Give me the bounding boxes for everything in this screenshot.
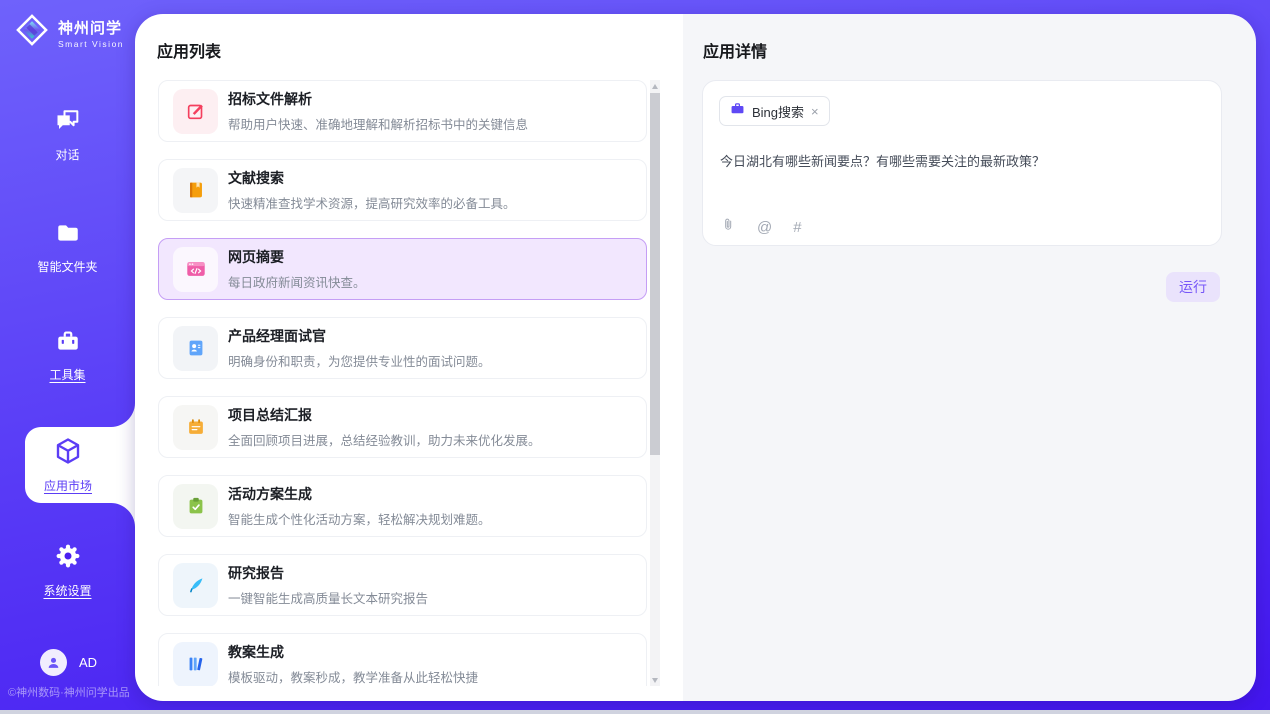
user-account[interactable]: AD: [40, 649, 97, 676]
app-name: 教案生成: [228, 642, 478, 662]
app-desc: 明确身份和职责，为您提供专业性的面试问题。: [228, 351, 491, 370]
app-card-lesson-plan-generation[interactable]: 教案生成 模板驱动，教案秒成，教学准备从此轻松快捷: [158, 633, 647, 686]
app-detail-title: 应用详情: [703, 38, 767, 62]
app-desc: 模板驱动，教案秒成，教学准备从此轻松快捷: [228, 667, 478, 686]
app-desc: 帮助用户快速、准确地理解和解析招标书中的关键信息: [228, 114, 528, 133]
sidebar-item-label: 工具集: [49, 366, 85, 383]
close-icon[interactable]: ×: [811, 105, 819, 118]
sidebar-item-label: 应用市场: [44, 477, 92, 494]
app-desc: 全面回顾项目进展，总结经验教训，助力未来优化发展。: [228, 430, 541, 449]
sidebar-item-toolset[interactable]: 工具集: [0, 328, 135, 383]
report-calendar-icon: [173, 405, 218, 450]
scrollbar-thumb[interactable]: [650, 93, 660, 455]
tool-tag-bing-search[interactable]: Bing搜索 ×: [719, 96, 830, 126]
attachment-icon[interactable]: [721, 216, 736, 238]
browser-code-icon: [173, 247, 218, 292]
app-card-research-report[interactable]: 研究报告 一键智能生成高质量长文本研究报告: [158, 554, 647, 616]
app-name: 活动方案生成: [228, 484, 491, 504]
copyright-text: ©神州数码·神州问学出品: [8, 684, 130, 700]
app-card-literature-search[interactable]: 文献搜索 快速精准查找学术资源，提高研究效率的必备工具。: [158, 159, 647, 221]
app-card-bid-document-parsing[interactable]: 招标文件解析 帮助用户快速、准确地理解和解析招标书中的关键信息: [158, 80, 647, 142]
cube-icon: [53, 436, 83, 471]
sidebar-item-smart-folder[interactable]: 智能文件夹: [0, 220, 135, 275]
sidebar: 神州问学 Smart Vision 对话 智能文件夹: [0, 0, 135, 710]
sidebar-item-label: 智能文件夹: [37, 258, 97, 275]
scroll-down-icon[interactable]: [650, 674, 660, 686]
research-icon: [173, 563, 218, 608]
brand-subtitle: Smart Vision: [58, 39, 124, 49]
app-name: 项目总结汇报: [228, 405, 541, 425]
run-button[interactable]: 运行: [1166, 272, 1220, 302]
app-name: 招标文件解析: [228, 89, 528, 109]
app-card-pm-interviewer[interactable]: 产品经理面试官 明确身份和职责，为您提供专业性的面试问题。: [158, 317, 647, 379]
app-desc: 一键智能生成高质量长文本研究报告: [228, 588, 428, 607]
app-desc: 每日政府新闻资讯快查。: [228, 272, 366, 291]
avatar: [40, 649, 67, 676]
app-list: 招标文件解析 帮助用户快速、准确地理解和解析招标书中的关键信息 文献搜索 快速精…: [158, 80, 647, 686]
scroll-up-icon[interactable]: [650, 80, 660, 92]
sidebar-item-label: 对话: [55, 146, 79, 163]
user-initials: AD: [79, 655, 97, 670]
tool-tag-label: Bing搜索: [752, 102, 804, 121]
app-card-webpage-summary[interactable]: 网页摘要 每日政府新闻资讯快查。: [158, 238, 647, 300]
main-content: 应用列表 招标文件解析 帮助用户快速、准确地理解和解析招标书中的关键信息: [135, 14, 1256, 701]
sidebar-item-chat[interactable]: 对话: [0, 106, 135, 163]
app-name: 产品经理面试官: [228, 326, 491, 346]
app-name: 文献搜索: [228, 168, 516, 188]
folder-icon: [53, 220, 83, 251]
gear-icon: [54, 542, 82, 575]
hash-icon[interactable]: #: [793, 219, 801, 236]
clipboard-check-icon: [173, 484, 218, 529]
query-input[interactable]: 今日湖北有哪些新闻要点？有哪些需要关注的最新政策？: [720, 151, 1200, 170]
sidebar-item-app-market[interactable]: 应用市场: [25, 403, 135, 527]
app-name: 研究报告: [228, 563, 428, 583]
interview-icon: [173, 326, 218, 371]
app-list-scrollbar[interactable]: [650, 80, 660, 686]
app-desc: 快速精准查找学术资源，提高研究效率的必备工具。: [228, 193, 516, 212]
brand-logo-diamond-icon: [13, 11, 51, 54]
brand: 神州问学 Smart Vision: [13, 11, 124, 54]
mention-icon[interactable]: @: [757, 219, 772, 236]
toolbox-icon: [53, 328, 83, 359]
books-icon: [173, 642, 218, 687]
composer-toolbar: @ #: [721, 216, 802, 238]
query-card: Bing搜索 × 今日湖北有哪些新闻要点？有哪些需要关注的最新政策？ @ #: [702, 80, 1222, 246]
app-desc: 智能生成个性化活动方案，轻松解决规划难题。: [228, 509, 491, 528]
app-detail-panel: 应用详情 Bing搜索 × 今日湖北有哪些新闻要点？有哪些需要关注的最新政策？: [683, 14, 1256, 701]
window-bottom-edge: [0, 710, 1270, 714]
sidebar-item-label: 系统设置: [43, 582, 91, 599]
book-icon: [173, 168, 218, 213]
app-list-panel: 应用列表 招标文件解析 帮助用户快速、准确地理解和解析招标书中的关键信息: [135, 14, 683, 701]
app-card-project-summary[interactable]: 项目总结汇报 全面回顾项目进展，总结经验教训，助力未来优化发展。: [158, 396, 647, 458]
brand-name: 神州问学: [58, 17, 124, 38]
chat-icon: [53, 106, 83, 139]
app-list-title: 应用列表: [157, 38, 221, 62]
sidebar-item-settings[interactable]: 系统设置: [0, 542, 135, 599]
app-name: 网页摘要: [228, 247, 366, 267]
app-card-event-plan-generation[interactable]: 活动方案生成 智能生成个性化活动方案，轻松解决规划难题。: [158, 475, 647, 537]
document-edit-icon: [173, 89, 218, 134]
briefcase-icon: [730, 101, 745, 121]
